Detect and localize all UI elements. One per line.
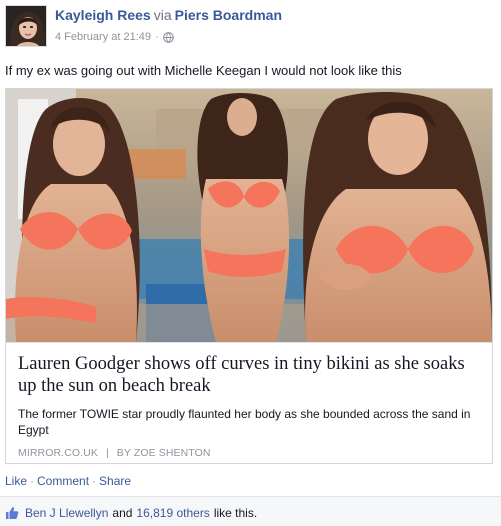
action-separator: · bbox=[92, 474, 97, 488]
author-name-link[interactable]: Kayleigh Rees bbox=[55, 7, 151, 23]
post-status-text: If my ex was going out with Michelle Kee… bbox=[5, 63, 402, 78]
link-preview-card[interactable]: Lauren Goodger shows off curves in tiny … bbox=[5, 88, 493, 464]
others-liked-link[interactable]: 16,819 others bbox=[136, 506, 209, 520]
post-timestamp[interactable]: 4 February at 21:49 bbox=[55, 30, 151, 44]
link-preview-image[interactable] bbox=[6, 89, 492, 342]
action-separator: · bbox=[30, 474, 35, 488]
meta-separator: · bbox=[155, 31, 159, 43]
first-liker-link[interactable]: Ben J Llewellyn bbox=[25, 506, 108, 520]
link-title[interactable]: Lauren Goodger shows off curves in tiny … bbox=[18, 353, 480, 397]
post-actions: Like · Comment · Share bbox=[5, 474, 131, 488]
likes-suffix: like this. bbox=[213, 506, 258, 520]
feed-post: Kayleigh Rees via Piers Boardman 4 Februar… bbox=[0, 0, 501, 526]
like-button[interactable]: Like bbox=[5, 474, 27, 488]
comment-button[interactable]: Comment bbox=[37, 474, 89, 488]
post-meta: 4 February at 21:49 · bbox=[55, 30, 174, 44]
likes-and-text: and bbox=[112, 506, 133, 520]
link-preview-body[interactable]: Lauren Goodger shows off curves in tiny … bbox=[6, 342, 492, 463]
likes-bar: Ben J Llewellyn and 16,819 others like this… bbox=[0, 496, 501, 526]
share-button[interactable]: Share bbox=[99, 474, 131, 488]
link-description: The former TOWIE star proudly flaunted h… bbox=[18, 407, 471, 437]
link-source-line: MIRROR.CO.UK | BY ZOE SHENTON bbox=[18, 447, 480, 459]
via-label: via bbox=[153, 7, 172, 23]
thumbs-up-icon bbox=[5, 506, 19, 520]
author-avatar[interactable] bbox=[5, 5, 47, 47]
via-name-link[interactable]: Piers Boardman bbox=[175, 7, 282, 23]
link-source-domain: MIRROR.CO.UK bbox=[18, 447, 98, 459]
likes-summary: Ben J Llewellyn and 16,819 others like this… bbox=[5, 506, 261, 520]
globe-icon[interactable] bbox=[162, 31, 174, 43]
post-author-line: Kayleigh Rees via Piers Boardman bbox=[55, 7, 282, 24]
link-byline: BY ZOE SHENTON bbox=[116, 447, 211, 459]
link-source-separator: | bbox=[105, 447, 109, 459]
post-header: Kayleigh Rees via Piers Boardman 4 Februar… bbox=[5, 5, 495, 49]
